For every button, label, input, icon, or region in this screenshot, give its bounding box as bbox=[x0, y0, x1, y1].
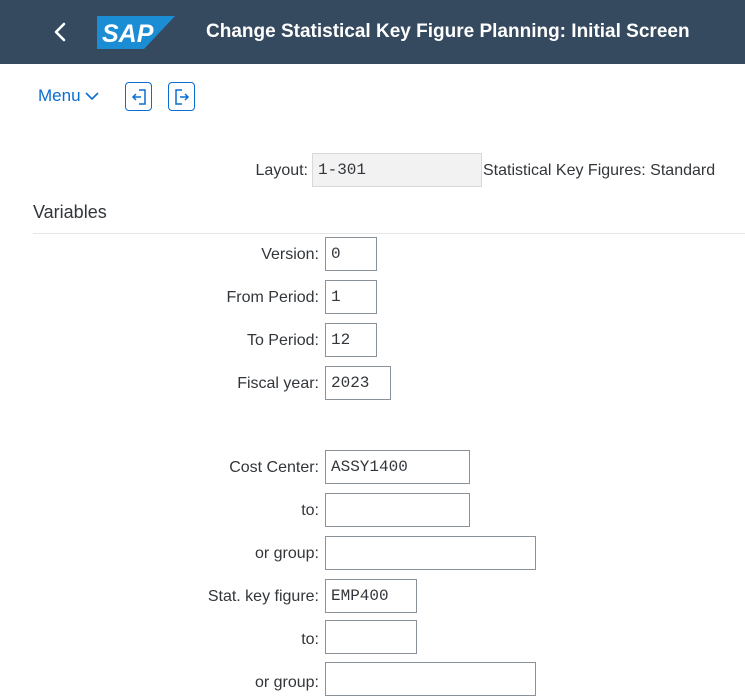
to-period-field[interactable] bbox=[325, 323, 377, 357]
menu-button[interactable]: Menu bbox=[38, 86, 99, 106]
shell-bar: SAP Change Statistical Key Figure Planni… bbox=[0, 0, 745, 64]
skf-group-label: or group: bbox=[254, 674, 319, 691]
export-button[interactable] bbox=[168, 82, 195, 111]
version-label: Version: bbox=[261, 246, 319, 263]
cost-center-to-label: to: bbox=[301, 502, 319, 519]
exit-icon bbox=[131, 88, 146, 105]
cost-center-group-field[interactable] bbox=[325, 536, 536, 570]
from-period-field[interactable] bbox=[325, 280, 377, 314]
fiscal-year-field[interactable] bbox=[325, 366, 391, 400]
version-field[interactable] bbox=[325, 237, 377, 271]
skf-to-label: to: bbox=[301, 631, 319, 648]
layout-label: Layout: bbox=[255, 162, 308, 179]
chevron-left-icon bbox=[54, 22, 66, 42]
stat-key-figure-label: Stat. key figure: bbox=[207, 588, 319, 605]
skf-to-field[interactable] bbox=[325, 620, 417, 654]
toolbar bbox=[0, 64, 745, 132]
section-divider bbox=[33, 233, 745, 234]
stat-key-figure-field[interactable] bbox=[325, 579, 417, 613]
cost-center-label: Cost Center: bbox=[229, 459, 319, 476]
layout-description: Statistical Key Figures: Standard bbox=[483, 162, 716, 179]
menu-label: Menu bbox=[38, 86, 81, 105]
section-title-variables: Variables bbox=[33, 202, 107, 222]
layout-field[interactable] bbox=[312, 153, 482, 187]
exit-button[interactable] bbox=[125, 82, 152, 111]
back-button[interactable] bbox=[44, 14, 76, 50]
to-period-label: To Period: bbox=[246, 332, 319, 349]
svg-text:SAP: SAP bbox=[102, 20, 154, 48]
chevron-down-icon bbox=[84, 92, 99, 101]
skf-group-field[interactable] bbox=[325, 662, 536, 696]
fiscal-year-label: Fiscal year: bbox=[237, 375, 319, 392]
export-icon bbox=[174, 88, 189, 105]
cost-center-field[interactable] bbox=[325, 450, 470, 484]
sap-logo: SAP bbox=[97, 16, 175, 49]
page-title: Change Statistical Key Figure Planning: … bbox=[206, 21, 690, 42]
from-period-label: From Period: bbox=[226, 289, 319, 306]
cost-center-group-label: or group: bbox=[254, 545, 319, 562]
cost-center-to-field[interactable] bbox=[325, 493, 470, 527]
